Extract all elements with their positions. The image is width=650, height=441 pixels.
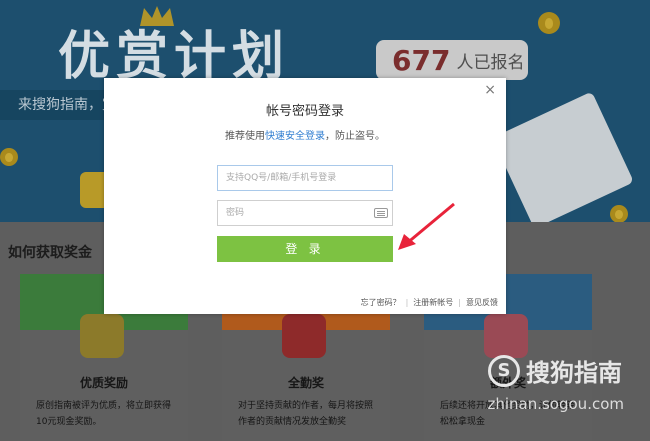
card-title: 全勤奖 [287, 376, 324, 390]
section-title: 如何获取奖金 [8, 245, 92, 261]
keyboard-icon[interactable] [374, 208, 388, 218]
sogou-logo-icon: S [488, 354, 520, 387]
forgot-password-link[interactable]: 忘了密码？ [361, 298, 401, 307]
card-description: 对于坚持贡献的作者，每月将按照作者的贡献情况发放全勤奖 [238, 401, 374, 427]
register-link[interactable]: 注册新帐号 [413, 298, 453, 307]
login-button[interactable]: 登 录 [217, 236, 393, 262]
coin-icon [610, 205, 628, 222]
signup-count-unit: 人已报名 [456, 52, 525, 73]
divider: | [405, 298, 409, 307]
piggy-bank-icon [484, 314, 528, 358]
watermark-brand: 搜狗指南 [526, 359, 622, 387]
sogou-watermark: S 搜狗指南 [488, 353, 622, 388]
trophy-icon [80, 314, 124, 358]
card-title: 优质奖励 [79, 376, 128, 390]
tip-suffix: ，防止盗号。 [325, 131, 385, 142]
crown-icon [140, 6, 174, 26]
signup-count: 677 [392, 43, 451, 77]
feedback-link[interactable]: 意见反馈 [466, 298, 498, 307]
modal-footer-links: 忘了密码？ | 注册新帐号 | 意见反馈 [361, 297, 498, 308]
close-icon[interactable]: × [484, 82, 496, 98]
password-placeholder: 密码 [226, 208, 245, 218]
quick-login-link[interactable]: 快速安全登录 [265, 131, 325, 142]
red-arrow-annotation [398, 202, 455, 250]
hero-subtitle: 来搜狗指南，赏 [0, 90, 110, 120]
password-input[interactable]: 密码 [217, 200, 393, 226]
calendar-icon [282, 314, 326, 358]
watermark-url: zhinan.sogou.com [487, 395, 624, 413]
coin-icon [538, 12, 560, 34]
login-tip: 推荐使用快速安全登录，防止盗号。 [104, 127, 506, 142]
tip-prefix: 推荐使用 [225, 131, 265, 142]
username-input[interactable]: 支持QQ号/邮箱/手机号登录 [217, 165, 393, 191]
modal-title: 帐号密码登录 [265, 104, 344, 119]
bank-card-illustration [492, 91, 634, 222]
coin-icon [0, 148, 18, 166]
card-description: 原创指南被评为优质，将立即获得10元现金奖励。 [36, 401, 172, 427]
signup-count-box: 677 人已报名 [376, 40, 528, 80]
login-modal: × 帐号密码登录 推荐使用快速安全登录，防止盗号。 支持QQ号/邮箱/手机号登录… [104, 78, 506, 314]
divider: | [458, 298, 461, 307]
